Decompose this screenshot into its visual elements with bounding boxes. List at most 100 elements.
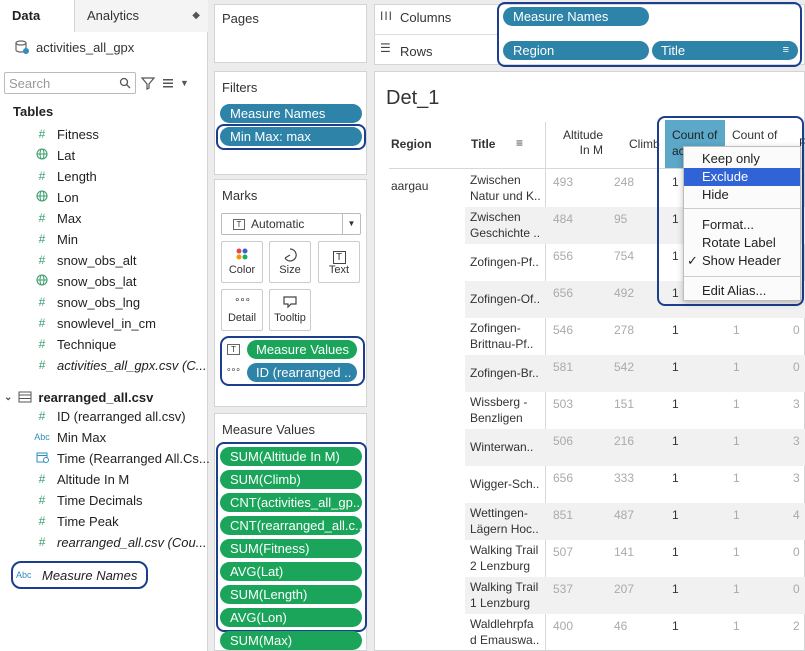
cell-col3: 3 [793,397,800,411]
measure-names-field[interactable]: Abc Measure Names [16,566,137,584]
chevron-down-icon[interactable]: ▼ [180,78,189,88]
list-view-icon[interactable] [160,75,176,91]
sort-icon[interactable]: ≡ [516,136,523,150]
table-row[interactable]: Wettingen- Lägern Hoc.. 851 487 1 1 4 [375,503,805,540]
rows-pill-region[interactable]: Region [503,41,649,60]
shelf-divider [374,34,499,35]
filter-icon[interactable] [140,75,156,91]
menu-rotate-label[interactable]: Rotate Label [684,234,800,252]
cell-climb: 333 [614,471,635,485]
field-item[interactable]: # Min [31,229,78,249]
field-item[interactable]: Time (Rearranged All.Cs... [31,448,210,468]
menu-keep-only[interactable]: Keep only [684,150,800,168]
field-item[interactable]: Lon [31,187,79,207]
field-item[interactable]: snow_obs_lat [31,271,137,291]
field-item[interactable]: # Fitness [31,124,99,144]
field-item[interactable]: # snowlevel_in_cm [31,313,156,333]
tab-data[interactable]: Data [0,0,75,32]
mark-type-value: Automatic [251,217,305,231]
field-item[interactable]: # ID (rearranged all.csv) [31,406,186,426]
measure-value-pill[interactable]: SUM(Climb) [220,470,362,489]
header-altitude[interactable]: Altitude In M [551,128,603,158]
table-row[interactable]: Wissberg - Benzligen 503 151 1 1 3 [375,392,805,429]
sheet-title: Det_1 [386,87,440,109]
field-item[interactable]: # Time Peak [31,511,119,531]
measure-value-pill[interactable]: SUM(Max) [220,631,362,650]
measure-value-pill[interactable]: CNT(activities_all_gp.. [220,493,362,512]
field-item[interactable]: # Altitude In M [31,469,130,489]
measure-value-pill[interactable]: SUM(Altitude In M) [220,447,362,466]
menu-edit-alias[interactable]: Edit Alias... [684,282,800,300]
table-row[interactable]: Wigger-Sch.. 656 333 1 1 3 [375,466,805,503]
number-icon: # [38,514,46,528]
cell-col3: 3 [793,434,800,448]
tab-analytics-label: Analytics [87,8,140,23]
field-item[interactable]: Abc Min Max [31,427,106,447]
mark-type-select[interactable]: T Automatic ▼ [221,213,361,235]
header-climb[interactable]: Climb [629,137,660,152]
field-item[interactable]: Lat [31,145,75,165]
field-item[interactable]: # Max [31,208,82,228]
field-item[interactable]: # Length [31,166,97,186]
menu-format[interactable]: Format... [684,216,800,234]
detail-button[interactable]: ∘∘∘ Detail [221,289,263,331]
field-label: Min [57,231,78,247]
cell-col3: 3 [793,471,800,485]
cell-altitude: 546 [553,323,574,337]
table-row[interactable]: Winterwan.. 506 216 1 1 3 [375,429,805,466]
cell-title: Wigger-Sch.. [470,477,540,491]
marks-pill-measure-values[interactable]: Measure Values [247,340,357,359]
filter-pill-min-max[interactable]: Min Max: max [220,127,362,146]
field-item[interactable]: # activities_all_gpx.csv (C... [31,355,207,375]
table2-header[interactable]: ⌄ rearranged_all.csv [4,388,153,406]
measure-value-pill[interactable]: SUM(Fitness) [220,539,362,558]
field-label: ID (rearranged all.csv) [57,408,186,424]
field-item[interactable]: # Technique [31,334,117,354]
rows-pill-title[interactable]: Title ≡ [652,41,798,60]
field-label: Altitude In M [57,471,130,487]
data-pane: Data Analytics ◆ activities_all_gpx Sear… [0,0,210,651]
tab-analytics[interactable]: Analytics ◆ [75,0,208,32]
header-title[interactable]: Title [471,137,495,152]
search-icon [119,77,131,89]
pane-tabs: Data Analytics ◆ [0,0,208,32]
measure-value-pill[interactable]: CNT(rearranged_all.c.. [220,516,362,535]
table-row[interactable]: Waldlehrpfa d Emauswa.. 400 46 1 1 2 [375,614,805,651]
field-label: Lon [57,189,79,205]
marks-pill-id[interactable]: ID (rearranged .. [247,363,357,382]
table-row[interactable]: Walking Trail 1 Lenzburg 537 207 1 1 0 [375,577,805,614]
field-item[interactable]: # snow_obs_alt [31,250,137,270]
number-icon: # [38,232,46,246]
color-button[interactable]: Color [221,241,263,283]
search-input[interactable]: Search [4,72,136,94]
header-region[interactable]: Region [391,137,432,152]
number-icon: # [38,337,46,351]
cell-title: 2 Lenzburg [470,559,531,573]
measure-value-pill[interactable]: SUM(Length) [220,585,362,604]
cell-climb: 487 [614,508,635,522]
size-icon [270,247,310,264]
menu-show-header[interactable]: ✓ Show Header [684,252,800,270]
cell-title: Wissberg - [470,395,528,409]
cell-altitude: 581 [553,360,574,374]
menu-separator [684,276,800,277]
table-row[interactable]: Zofingen- Brittnau-Pf.. 546 278 1 1 0 [375,318,805,355]
measure-value-pill[interactable]: AVG(Lat) [220,562,362,581]
filter-pill-measure-names[interactable]: Measure Names [220,104,362,123]
table-row[interactable]: Walking Trail 2 Lenzburg 507 141 1 1 0 [375,540,805,577]
text-button[interactable]: T Text [318,241,360,283]
columns-pill-measure-names[interactable]: Measure Names [503,7,649,26]
menu-exclude[interactable]: Exclude [684,168,800,186]
cell-col3: 0 [793,360,800,374]
text-mark-icon: T [233,218,245,230]
field-item[interactable]: # rearranged_all.csv (Cou... [31,532,207,552]
table-row[interactable]: Zofingen-Br.. 581 542 1 1 0 [375,355,805,392]
field-item[interactable]: # Time Decimals [31,490,143,510]
menu-hide[interactable]: Hide [684,186,800,204]
field-item[interactable]: # snow_obs_lng [31,292,140,312]
field-label: snow_obs_lat [57,273,137,289]
tooltip-button[interactable]: Tooltip [269,289,311,331]
datasource-item[interactable]: activities_all_gpx [14,37,134,57]
measure-value-pill[interactable]: AVG(Lon) [220,608,362,627]
size-button[interactable]: Size [269,241,311,283]
